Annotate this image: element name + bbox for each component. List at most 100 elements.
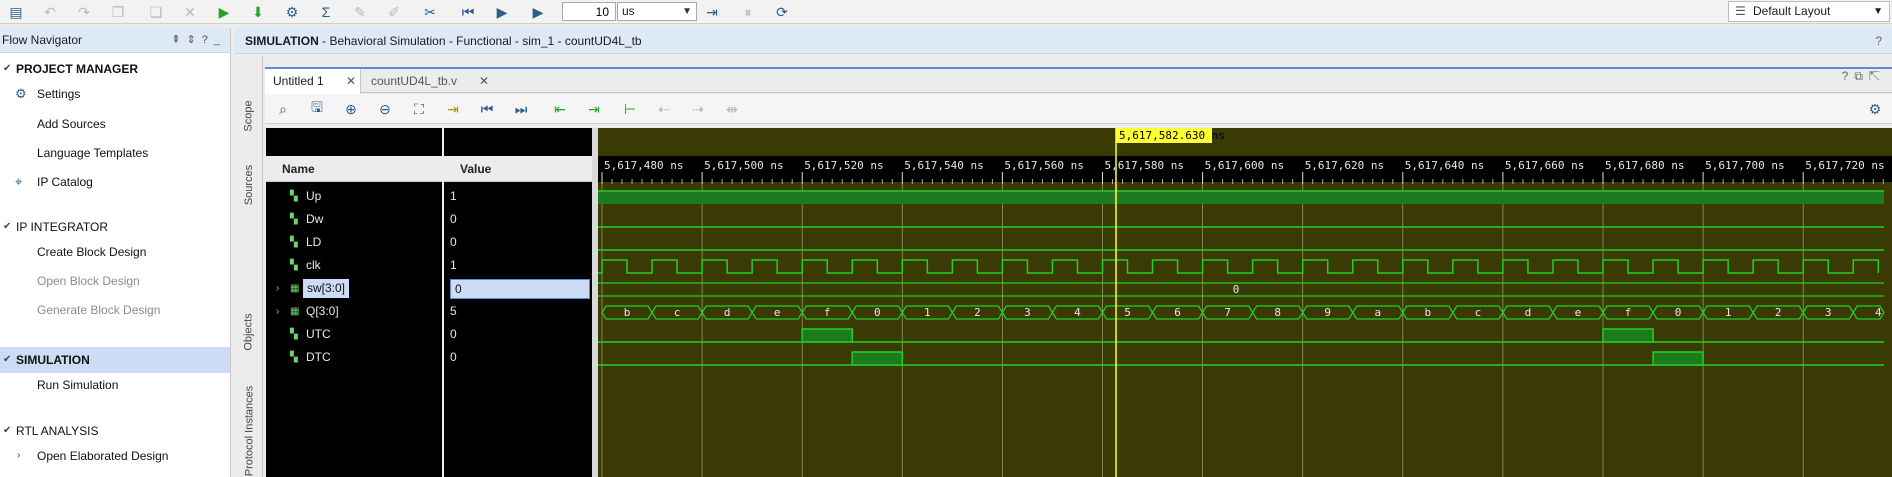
nav-open-elaborated-design[interactable]: › Open Elaborated Design (17, 444, 169, 468)
section-rtl-analysis[interactable]: ✔ RTL ANALYSIS (0, 418, 230, 444)
edit-icon[interactable]: ✐ (384, 2, 404, 22)
save-icon[interactable]: 🖫 (307, 99, 327, 119)
panel-controls[interactable]: ⇞⇕?_ (171, 28, 226, 52)
add-marker-icon[interactable]: ⊢ (620, 99, 640, 119)
tab-label: Protocol Instances (243, 385, 255, 477)
nav-add-sources[interactable]: Add Sources (37, 112, 106, 136)
previous-transition-icon[interactable]: ⇤ (550, 99, 570, 119)
signal-row-up[interactable]: ▚ Up (266, 185, 442, 208)
signal-row-dtc[interactable]: ▚ DTC (266, 346, 442, 369)
sigma-report-icon[interactable]: Σ (316, 2, 336, 22)
bus-value-label: 6 (1174, 306, 1181, 319)
chevron-right-icon[interactable]: › (276, 300, 279, 323)
close-icon[interactable]: ✕ (346, 69, 356, 93)
tab-label: Untitled 1 (273, 74, 324, 88)
tab-protocol-instances[interactable]: Protocol Instances (239, 385, 259, 477)
settings-gear-icon[interactable]: ⚙ (1865, 99, 1885, 119)
go-to-cursor-icon[interactable]: ⇥ (443, 99, 463, 119)
layout-value: Default Layout (1753, 4, 1831, 18)
bus-icon: ▦ (290, 283, 300, 294)
nav-label: Open Elaborated Design (37, 449, 169, 463)
section-simulation[interactable]: ✔ SIMULATION (0, 347, 230, 373)
run-synthesis-icon[interactable]: ⬇ (248, 2, 268, 22)
run-time-input[interactable] (562, 2, 616, 21)
copy-icon[interactable]: ❐ (108, 2, 128, 22)
sim-header-prefix: SIMULATION (245, 34, 319, 48)
paste-icon[interactable]: ❏ (146, 2, 166, 22)
tab-countud4l-tb[interactable]: countUD4L_tb.v ✕ (363, 69, 493, 94)
chevron-down-icon: ▼ (682, 6, 692, 17)
section-project-manager[interactable]: ✔ PROJECT MANAGER (0, 56, 230, 82)
layout-select[interactable]: ☰ Default Layout ▼ (1728, 1, 1890, 22)
tab-scope[interactable]: Scope (239, 86, 259, 146)
signal-row-dw[interactable]: ▚ Dw (266, 208, 442, 231)
go-to-start-icon[interactable]: ⏮ (477, 99, 497, 119)
run-icon[interactable]: ▶ (214, 2, 234, 22)
nav-ip-catalog[interactable]: ⌖ IP Catalog (15, 170, 93, 194)
settings-gear-icon[interactable]: ⚙ (282, 2, 302, 22)
delete-icon[interactable]: ✕ (180, 2, 200, 22)
value-column-spacer (444, 128, 592, 156)
redo-icon[interactable]: ↷ (74, 2, 94, 22)
tab-untitled-1[interactable]: Untitled 1 ✕ (265, 69, 361, 94)
signal-name: DTC (306, 350, 331, 364)
run-all-icon[interactable]: ▶ (492, 2, 512, 22)
nav-language-templates[interactable]: Language Templates (37, 141, 148, 165)
value-clk: 1 (450, 258, 457, 272)
bus-value-label: d (1525, 306, 1532, 319)
restart-icon[interactable]: ⏮ (458, 2, 478, 22)
nav-settings[interactable]: ⚙ Settings (15, 82, 80, 106)
zoom-in-icon[interactable]: ⊕ (341, 99, 361, 119)
close-icon[interactable]: ✕ (479, 69, 489, 93)
step-icon[interactable]: ⇥ (702, 2, 722, 22)
signal-row-ld[interactable]: ▚ LD (266, 231, 442, 254)
value-column-header: Value (444, 156, 592, 182)
waveform-canvas[interactable]: 5,617,480 ns 5,617,500 ns 5,617,520 ns 5,61… (598, 128, 1892, 477)
bus-value-label: c (674, 306, 681, 319)
project-menu-icon[interactable]: ▤ (6, 2, 26, 22)
value-sw[interactable]: 0 (450, 277, 592, 300)
run-for-time-icon[interactable]: ▶ (528, 2, 548, 22)
gear-icon: ⚙ (15, 86, 27, 101)
nav-create-block-design[interactable]: Create Block Design (37, 240, 146, 264)
signal-name: Q[3:0] (306, 304, 339, 318)
tab-sources[interactable]: Sources (239, 150, 259, 220)
signal-name: Dw (306, 212, 324, 226)
time-tick-label: 5,617,660 ns (1505, 159, 1584, 172)
time-tick-label: 5,617,600 ns (1205, 159, 1284, 172)
disable-breakpoints-icon[interactable]: ✂ (420, 2, 440, 22)
signal-row-utc[interactable]: ▚ UTC (266, 323, 442, 346)
next-transition-icon[interactable]: ⇥ (584, 99, 604, 119)
relaunch-icon[interactable]: ⟳ (772, 2, 792, 22)
undo-icon[interactable]: ↶ (40, 2, 60, 22)
next-marker-icon[interactable]: ⇢ (688, 99, 708, 119)
utc-pulse (801, 328, 853, 343)
clock-wave (598, 259, 1880, 274)
previous-marker-icon[interactable]: ⇠ (654, 99, 674, 119)
wire-icon: ▚ (290, 260, 298, 271)
nav-run-simulation[interactable]: Run Simulation (37, 373, 118, 397)
zoom-out-icon[interactable]: ⊖ (375, 99, 395, 119)
go-to-end-icon[interactable]: ⏭ (511, 99, 531, 119)
nav-open-block-design[interactable]: Open Block Design (37, 269, 140, 293)
chevron-right-icon[interactable]: › (276, 277, 279, 300)
section-ip-integrator[interactable]: ✔ IP INTEGRATOR (0, 214, 230, 240)
waveform-svg: 5,617,480 ns 5,617,500 ns 5,617,520 ns 5,61… (598, 128, 1892, 477)
window-controls[interactable]: ?⧉⇱ (1842, 69, 1886, 84)
zoom-fit-icon[interactable]: ⛶ (409, 99, 429, 119)
sim-header-text: - Behavioral Simulation - Functional - s… (318, 34, 642, 48)
nav-generate-block-design[interactable]: Generate Block Design (37, 298, 160, 322)
time-tick-label: 5,617,620 ns (1305, 159, 1384, 172)
tab-objects[interactable]: Objects (239, 282, 259, 382)
break-icon[interactable]: ⏸ (738, 2, 758, 22)
search-icon[interactable]: ⌕ (273, 99, 293, 119)
auto-connect-icon[interactable]: ✎ (350, 2, 370, 22)
help-icon[interactable]: ? (1875, 28, 1882, 54)
nav-label: IP Catalog (37, 175, 93, 189)
nav-label: Create Block Design (37, 245, 147, 259)
swap-cursors-icon[interactable]: ⇹ (722, 99, 742, 119)
run-time-unit-select[interactable]: us ▼ (617, 2, 697, 21)
signal-row-q[interactable]: › ▦ Q[3:0] (266, 300, 442, 323)
signal-row-sw[interactable]: › ▦ sw[3:0] (266, 277, 442, 300)
signal-row-clk[interactable]: ▚ clk (266, 254, 442, 277)
